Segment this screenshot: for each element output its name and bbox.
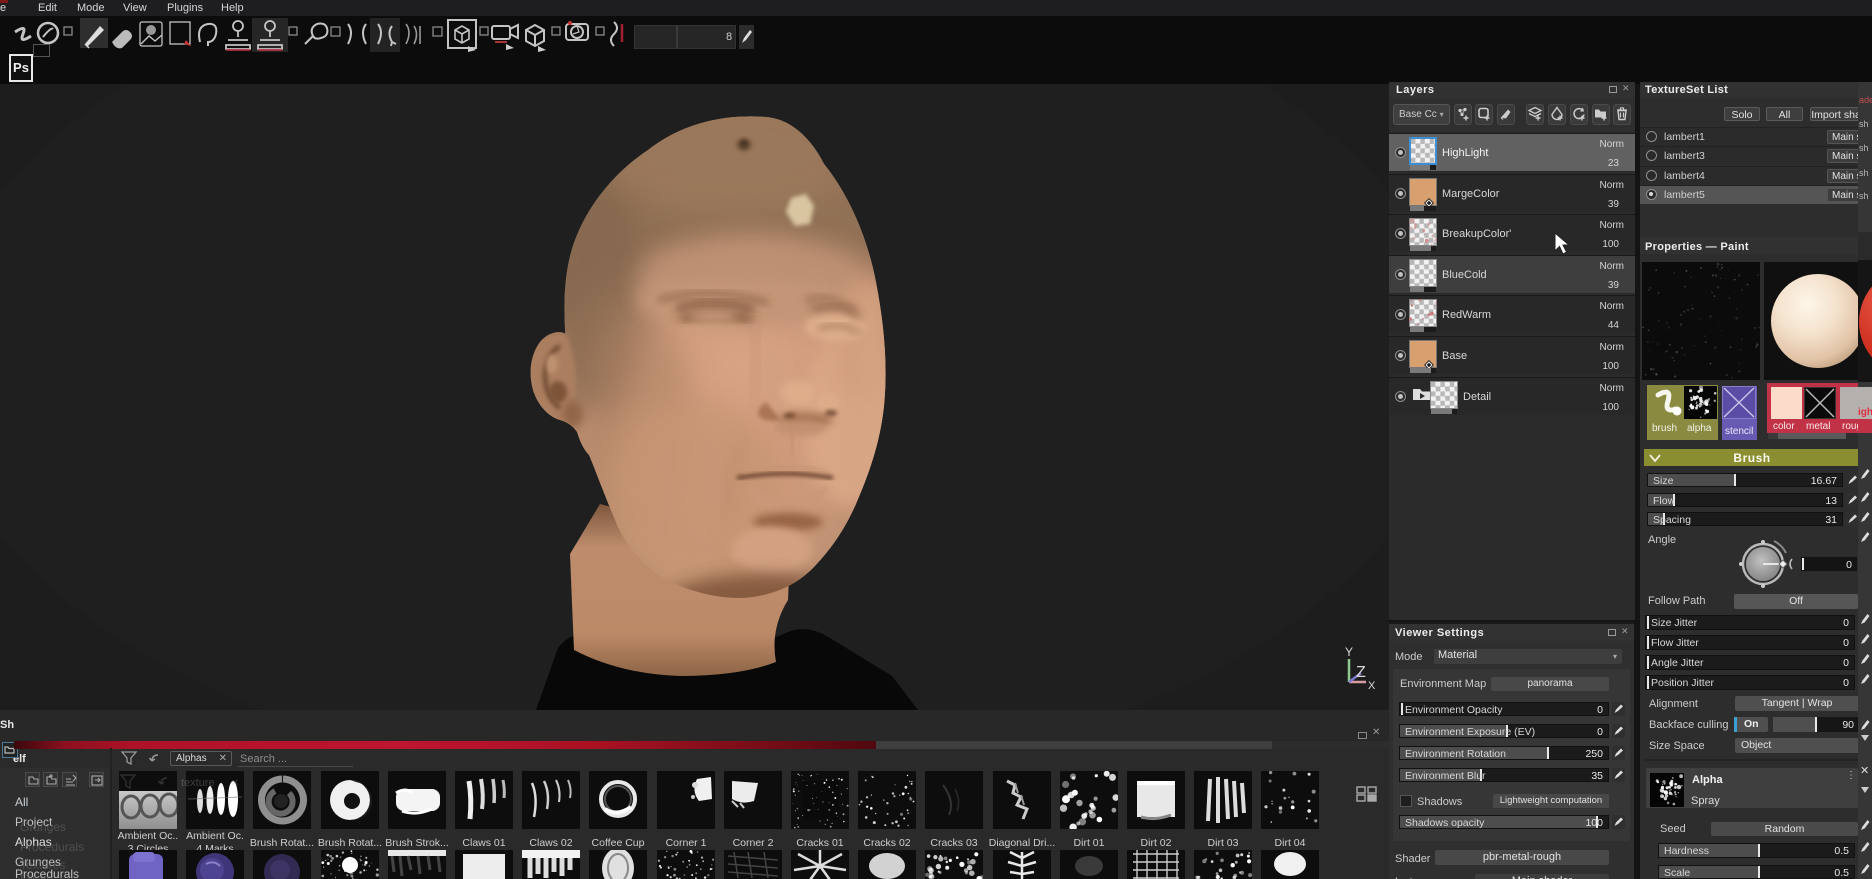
svg-text:Z: Z	[1356, 664, 1366, 681]
svg-text:texture: texture	[181, 777, 215, 789]
svg-text:Y: Y	[1345, 645, 1353, 659]
svg-text:✕: ✕	[231, 778, 239, 789]
svg-text:X: X	[1368, 680, 1376, 692]
